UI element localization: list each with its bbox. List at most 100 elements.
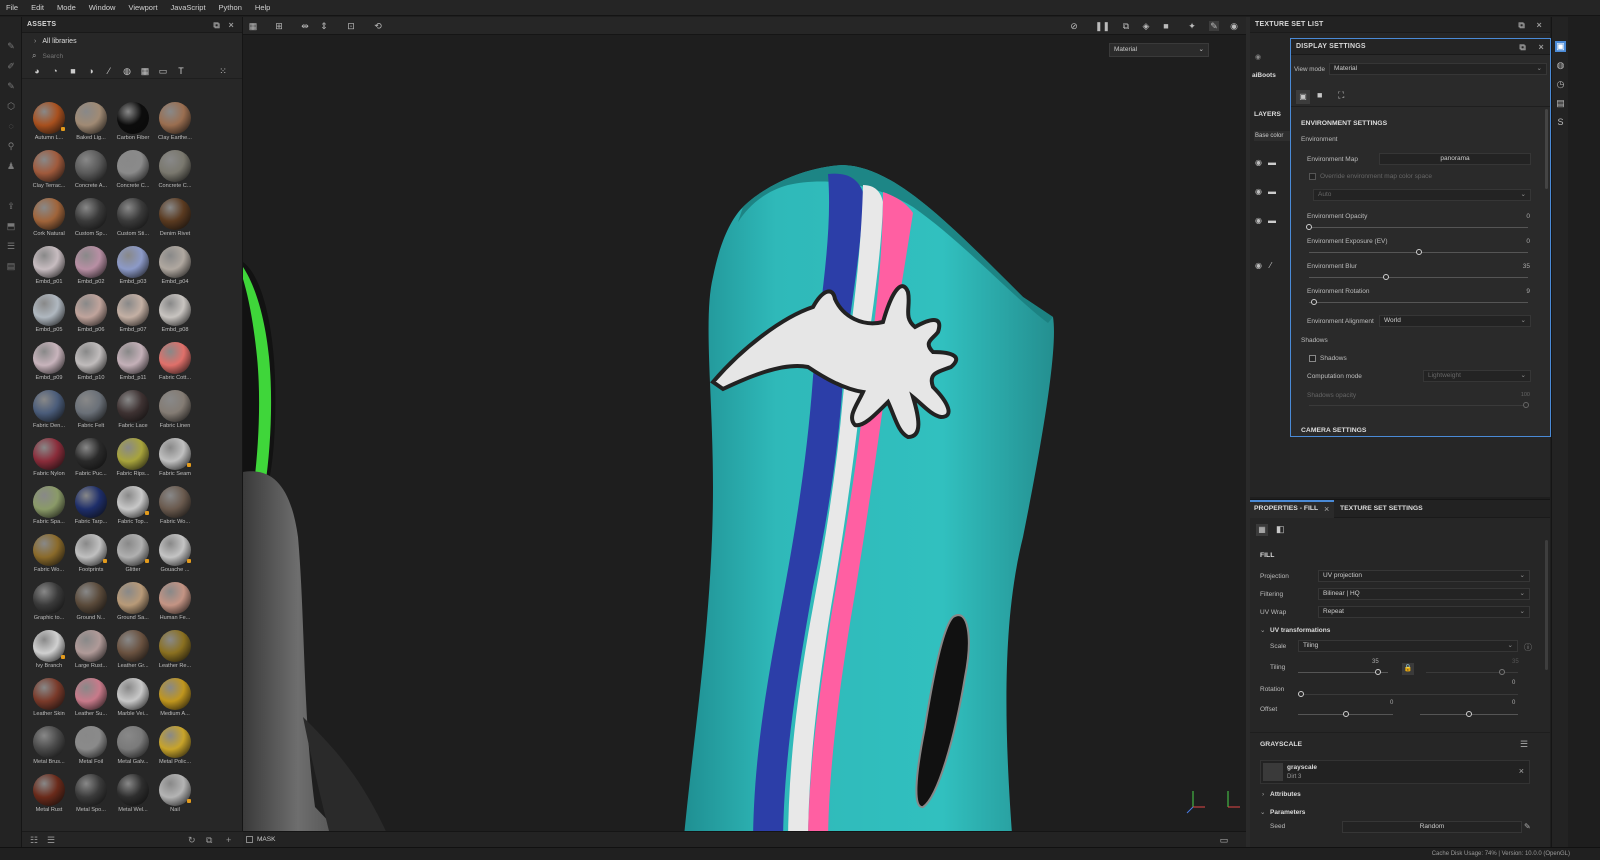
close-icon[interactable]: × [1539, 42, 1544, 52]
uv-transformations-header[interactable]: ⌄ UV transformations [1250, 624, 1550, 638]
rotation-slider[interactable] [1298, 691, 1518, 697]
history-icon[interactable]: ☰ [6, 241, 16, 251]
close-icon[interactable]: × [229, 20, 234, 30]
display-scrollbar[interactable] [1545, 109, 1548, 189]
asset-item[interactable]: Ground N... [70, 579, 112, 627]
pause-icon[interactable]: ❚❚ [1095, 21, 1110, 31]
geometry-mask-icon[interactable]: ⬡ [6, 101, 16, 111]
eye-icon[interactable]: ◉ [1255, 187, 1262, 196]
asset-item[interactable]: Embd_p03 [112, 243, 154, 291]
log-icon[interactable]: ▤ [1555, 98, 1566, 109]
asset-item[interactable]: Custom Sti... [112, 195, 154, 243]
asset-item[interactable]: Cork Natural [28, 195, 70, 243]
undock-icon[interactable]: ⧉ [1519, 42, 1526, 52]
asset-item[interactable]: Embd_p06 [70, 291, 112, 339]
texture-set-item[interactable]: aiBoots [1252, 72, 1276, 79]
sort-icon[interactable]: ☰ [47, 835, 55, 845]
brushes-filter-icon[interactable]: ⁄ [104, 66, 114, 76]
asset-item[interactable]: Leather Re... [154, 627, 196, 675]
close-icon[interactable]: × [1324, 504, 1329, 514]
render-icon[interactable]: ◈ [1141, 21, 1151, 31]
asset-item[interactable]: Embd_p01 [28, 243, 70, 291]
mask-checkbox[interactable] [246, 836, 253, 843]
attributes-header[interactable]: › Attributes [1250, 788, 1550, 802]
offset-value[interactable]: 0 [1390, 700, 1393, 706]
add-icon[interactable]: + [226, 835, 231, 845]
textures-filter-icon[interactable]: ■ [68, 66, 78, 76]
fonts-filter-icon[interactable]: T [176, 66, 186, 76]
environment-tab-icon[interactable]: ▣ [1296, 90, 1310, 104]
hide-icon[interactable]: ⊘ [1069, 21, 1079, 31]
override-color-space-checkbox[interactable] [1309, 173, 1316, 180]
menu-javascript[interactable]: JavaScript [171, 3, 206, 12]
camera-icon[interactable]: ■ [1161, 21, 1171, 31]
grayscale-resource[interactable]: grayscale Dirt 3 × [1260, 760, 1530, 784]
env-opacity-slider[interactable] [1306, 224, 1528, 230]
parameters-header[interactable]: ⌄ Parameters [1250, 806, 1550, 820]
tiling-value[interactable]: 35 [1372, 659, 1379, 665]
asset-item[interactable]: Fabric Nylon [28, 435, 70, 483]
filter-list-icon[interactable]: ☷ [30, 835, 38, 845]
view-mode-dropdown[interactable]: Material ⌄ [1329, 63, 1547, 75]
env-exposure-value[interactable]: 0 [1526, 238, 1530, 245]
undock-icon[interactable]: ⧉ [213, 20, 220, 30]
offset-value-2[interactable]: 0 [1512, 700, 1515, 706]
asset-item[interactable]: Fabric Tarp... [70, 483, 112, 531]
asset-item[interactable]: Embd_p09 [28, 339, 70, 387]
asset-item[interactable]: Carbon Fiber [112, 99, 154, 147]
eraser-icon[interactable]: ✐ [6, 61, 16, 71]
env-blur-slider-knob[interactable] [1382, 274, 1389, 280]
offset-slider[interactable] [1298, 711, 1393, 717]
asset-item[interactable]: Embd_p04 [154, 243, 196, 291]
menu-window[interactable]: Window [89, 3, 116, 12]
menu-file[interactable]: File [6, 3, 18, 12]
paint-mode-icon[interactable]: ✎ [1209, 21, 1219, 31]
masks-filter-icon[interactable]: ◑ [86, 66, 96, 76]
asset-item[interactable]: Metal Polic... [154, 723, 196, 771]
offset-slider-2-knob[interactable] [1466, 711, 1472, 717]
search-input[interactable] [42, 52, 213, 60]
scale-dropdown[interactable]: Tiling ⌄ [1298, 640, 1518, 652]
asset-item[interactable]: Ivy Branch [28, 627, 70, 675]
asset-item[interactable]: Metal Galv... [112, 723, 154, 771]
offset-slider-knob[interactable] [1343, 711, 1349, 717]
symmetry-icon[interactable]: ⇹ [300, 21, 310, 31]
asset-item[interactable]: Clay Earthe... [154, 99, 196, 147]
tiling-slider[interactable] [1298, 669, 1388, 675]
grid-view-icon[interactable]: ⁙ [218, 66, 228, 76]
eye-icon[interactable]: ◉ [1255, 261, 1262, 270]
projection-dropdown[interactable]: UV projection ⌄ [1318, 570, 1530, 582]
tab-texture-set-settings[interactable]: TEXTURE SET SETTINGS [1340, 505, 1423, 512]
edit-icon[interactable]: ✎ [1524, 822, 1531, 831]
symmetry-axis-icon[interactable]: ⇕ [319, 21, 329, 31]
material-mode-icon[interactable]: ▦ [1256, 524, 1268, 536]
asset-item[interactable]: Leather Gr... [112, 627, 154, 675]
asset-item[interactable]: Fabric Rips... [112, 435, 154, 483]
asset-item[interactable]: Embd_p05 [28, 291, 70, 339]
environments-filter-icon[interactable]: ▭ [158, 66, 168, 76]
split-view-icon[interactable]: ⧉ [1121, 21, 1131, 31]
asset-item[interactable]: Gouache ... [154, 531, 196, 579]
asset-item[interactable]: Nail [154, 771, 196, 819]
env-exposure-slider[interactable] [1309, 249, 1528, 255]
asset-item[interactable]: Concrete C... [154, 147, 196, 195]
particles-filter-icon[interactable]: ◍ [122, 66, 132, 76]
channel-mode-icon[interactable]: ◧ [1276, 524, 1285, 535]
asset-item[interactable]: Embd_p10 [70, 339, 112, 387]
smart-materials-filter-icon[interactable]: ◔ [50, 66, 60, 76]
asset-item[interactable]: Baked Lig... [70, 99, 112, 147]
env-exposure-slider-knob[interactable] [1415, 249, 1422, 255]
reset-view-icon[interactable]: ⟲ [373, 21, 383, 31]
frame-icon[interactable]: ⊡ [346, 21, 356, 31]
asset-item[interactable]: Fabric Top... [112, 483, 154, 531]
filtering-dropdown[interactable]: Bilinear | HQ ⌄ [1318, 588, 1530, 600]
history-icon[interactable]: ◷ [1555, 79, 1566, 90]
asset-item[interactable]: Fabric Lace [112, 387, 154, 435]
asset-item[interactable]: Glitter [112, 531, 154, 579]
eye-icon[interactable]: ◉ [1255, 158, 1262, 167]
menu-help[interactable]: Help [255, 3, 270, 12]
rotation-slider-knob[interactable] [1298, 691, 1304, 697]
materials-filter-icon[interactable]: ◕ [32, 66, 42, 76]
color-space-dropdown[interactable]: Auto ⌄ [1313, 189, 1531, 201]
tiling-slider-knob[interactable] [1375, 669, 1381, 675]
